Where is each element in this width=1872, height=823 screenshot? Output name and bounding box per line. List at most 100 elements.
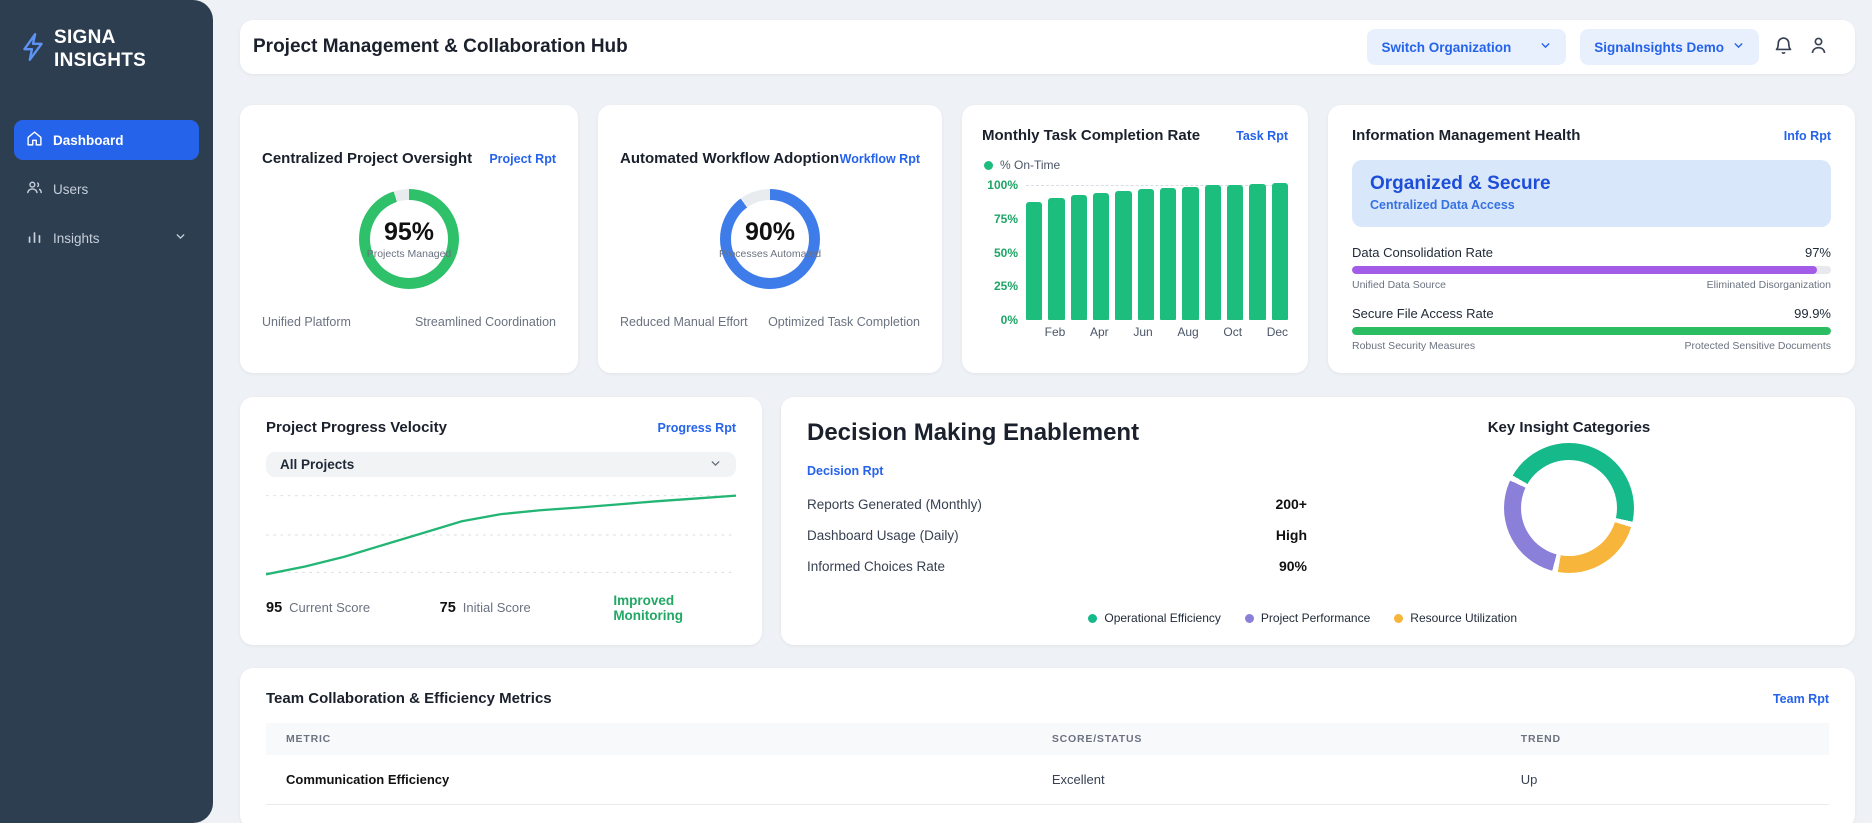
insight-legend: Operational Efficiency Project Performanc… bbox=[1088, 611, 1517, 625]
progress-rpt-link[interactable]: Progress Rpt bbox=[658, 421, 737, 435]
sidebar-item-label: Insights bbox=[53, 230, 100, 246]
bar-Dec bbox=[1271, 180, 1288, 320]
card-title: Information Management Health bbox=[1352, 127, 1581, 144]
projects-managed-gauge: 95% Projects Managed bbox=[359, 188, 459, 289]
card-title: Centralized Project Oversight bbox=[262, 149, 473, 167]
sidebar-item-label: Dashboard bbox=[53, 132, 124, 148]
key-insight-donut bbox=[1504, 443, 1634, 573]
legend-dot bbox=[1244, 613, 1254, 623]
legend-label: % On-Time bbox=[1000, 158, 1061, 172]
metric-label: Secure File Access Rate bbox=[1352, 306, 1494, 321]
bar-x-tick bbox=[1115, 325, 1128, 339]
bar-x-tick bbox=[1205, 325, 1218, 339]
bar-Aug bbox=[1182, 180, 1199, 320]
workflow-rpt-link[interactable]: Workflow Rpt bbox=[840, 152, 920, 166]
logo-text: SIGNA INSIGHTS bbox=[54, 26, 146, 72]
bar-x-tick: Jun bbox=[1133, 325, 1153, 339]
card-title: Team Collaboration & Efficiency Metrics bbox=[266, 690, 552, 707]
initial-score-stat: 75 Initial Score bbox=[439, 600, 531, 616]
card-decision-making-enablement: Decision Making Enablement Decision Rpt … bbox=[781, 397, 1855, 645]
sidebar: SIGNA INSIGHTS Dashboard Users Insights bbox=[0, 0, 213, 823]
info-rpt-link[interactable]: Info Rpt bbox=[1784, 129, 1831, 143]
metric-progress-fill bbox=[1352, 266, 1817, 274]
table-cell: Up bbox=[1500, 755, 1829, 805]
middle-row: Project Progress Velocity Progress Rpt A… bbox=[240, 397, 1855, 645]
gauge-caption: Projects Managed bbox=[366, 247, 452, 260]
bar-chart-icon bbox=[26, 228, 43, 248]
decision-rpt-link[interactable]: Decision Rpt bbox=[807, 464, 883, 478]
table-column-header: TREND bbox=[1500, 723, 1829, 755]
person-icon bbox=[1808, 35, 1829, 59]
user-profile-button[interactable] bbox=[1808, 35, 1829, 59]
decision-row-label: Informed Choices Rate bbox=[807, 558, 946, 574]
task-rpt-link[interactable]: Task Rpt bbox=[1236, 129, 1288, 143]
velocity-line-svg bbox=[266, 494, 736, 576]
card-centralized-project-oversight: Centralized Project Oversight Project Rp… bbox=[240, 105, 578, 373]
bar-x-tick bbox=[1159, 325, 1172, 339]
gauge-percent: 90% bbox=[744, 217, 796, 246]
switch-organization-label: Switch Organization bbox=[1381, 39, 1512, 55]
metric-sub-left: Robust Security Measures bbox=[1352, 340, 1476, 352]
bar-Jul bbox=[1159, 180, 1177, 320]
metric-sub-right: Eliminated Disorganization bbox=[1706, 279, 1831, 291]
decision-right-column: Key Insight Categories bbox=[1309, 419, 1829, 623]
bell-icon bbox=[1773, 35, 1794, 59]
table-column-header: METRIC bbox=[266, 723, 1032, 755]
bar-legend: % On-Time bbox=[984, 158, 1288, 172]
foot-label-left: Unified Platform bbox=[262, 314, 351, 329]
legend-item: Operational Efficiency bbox=[1088, 611, 1221, 625]
metric-sub-left: Unified Data Source bbox=[1352, 279, 1446, 291]
organization-menu-button[interactable]: SignaInsights Demo bbox=[1580, 29, 1759, 65]
sidebar-item-insights[interactable]: Insights bbox=[14, 218, 199, 258]
decision-left-column: Decision Making Enablement Decision Rpt … bbox=[807, 419, 1309, 623]
metric-progress-fill bbox=[1352, 327, 1831, 335]
lightning-bolt-icon bbox=[20, 32, 46, 67]
table-cell: Communication Efficiency bbox=[266, 755, 1032, 805]
notifications-bell-button[interactable] bbox=[1773, 35, 1794, 59]
decision-row-value: High bbox=[1275, 527, 1307, 543]
legend-label: Project Performance bbox=[1260, 611, 1371, 625]
card-team-collaboration-metrics: Team Collaboration & Efficiency Metrics … bbox=[240, 668, 1855, 823]
sidebar-item-users[interactable]: Users bbox=[14, 169, 199, 209]
foot-label-right: Optimized Task Completion bbox=[768, 314, 920, 329]
bar-Sep bbox=[1204, 180, 1221, 320]
main-content: Project Management & Collaboration Hub S… bbox=[213, 0, 1872, 823]
logo-line2: INSIGHTS bbox=[54, 50, 147, 72]
bar-y-tick: 25% bbox=[993, 279, 1018, 294]
legend-label: Resource Utilization bbox=[1410, 611, 1517, 625]
decision-row-value: 90% bbox=[1278, 558, 1307, 574]
top-header: Project Management & Collaboration Hub S… bbox=[240, 20, 1855, 74]
metric-progress-bar bbox=[1352, 266, 1831, 274]
decision-row: Dashboard Usage (Daily) High bbox=[807, 527, 1307, 543]
users-icon bbox=[26, 179, 43, 199]
projects-filter-dropdown[interactable]: All Projects bbox=[266, 452, 736, 477]
info-metric: Secure File Access Rate 99.9% Robust Secur… bbox=[1352, 306, 1831, 352]
page-title: Project Management & Collaboration Hub bbox=[253, 36, 628, 57]
sidebar-item-label: Users bbox=[53, 181, 89, 197]
team-rpt-link[interactable]: Team Rpt bbox=[1773, 692, 1829, 706]
table-cell: Excellent bbox=[1031, 755, 1501, 805]
table-column-header: SCORE/STATUS bbox=[1031, 723, 1501, 755]
metric-value: 97% bbox=[1804, 245, 1831, 260]
project-rpt-link[interactable]: Project Rpt bbox=[489, 152, 556, 166]
card-monthly-task-completion: Monthly Task Completion Rate Task Rpt % … bbox=[962, 105, 1308, 373]
team-metrics-table: METRIC SCORE/STATUS TREND Communication Ef… bbox=[266, 723, 1829, 805]
info-status-banner: Organized & Secure Centralized Data Acce… bbox=[1352, 160, 1831, 227]
sidebar-item-dashboard[interactable]: Dashboard bbox=[14, 120, 199, 161]
metric-progress-bar bbox=[1352, 327, 1831, 335]
legend-dot bbox=[1088, 613, 1098, 623]
table-header-row: METRIC SCORE/STATUS TREND bbox=[266, 723, 1829, 755]
bar-Nov bbox=[1249, 180, 1266, 320]
kpi-row: Centralized Project Oversight Project Rp… bbox=[240, 105, 1855, 373]
card-title: Monthly Task Completion Rate bbox=[982, 127, 1201, 144]
switch-organization-button[interactable]: Switch Organization bbox=[1367, 29, 1567, 65]
chevron-down-icon bbox=[174, 230, 187, 246]
bar-y-axis: 0% 25% 50% 75% 100% bbox=[982, 178, 1026, 327]
bar-bars bbox=[1026, 180, 1288, 320]
table-row: Communication Efficiency Excellent Up bbox=[266, 755, 1829, 805]
bar-y-tick: 50% bbox=[993, 245, 1018, 260]
current-score-stat: 95 Current Score bbox=[266, 600, 371, 616]
legend-item: Resource Utilization bbox=[1394, 611, 1517, 625]
chevron-down-icon bbox=[709, 457, 722, 473]
velocity-line-chart bbox=[266, 487, 736, 587]
